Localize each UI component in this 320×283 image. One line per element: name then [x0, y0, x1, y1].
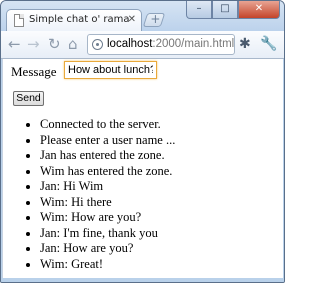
message-item: Jan: Hi Wim [40, 179, 175, 195]
tab-title: Simple chat o' rama [29, 14, 130, 25]
browser-window: Simple chat o' rama ✕ + – □ ✕ ← → ↻ ⌂ lo… [0, 0, 285, 283]
address-bar[interactable]: localhost:2000/main.html [87, 34, 235, 55]
page-content: Message Send Connected to the server. Pl… [2, 59, 283, 280]
message-list: Connected to the server. Please enter a … [40, 117, 175, 272]
minimize-button[interactable]: – [186, 1, 212, 19]
new-tab-icon: + [150, 12, 161, 26]
maximize-button[interactable]: □ [212, 1, 238, 19]
wrench-icon[interactable]: 🔧 [260, 36, 277, 52]
browser-tab[interactable]: Simple chat o' rama ✕ [6, 9, 142, 31]
globe-icon [92, 39, 103, 50]
reload-icon[interactable]: ↻ [48, 36, 61, 52]
window-bottom-edge [1, 278, 284, 282]
message-input[interactable] [64, 61, 157, 79]
window-controls: – □ ✕ [186, 1, 280, 20]
message-item: Jan: I'm fine, thank you [40, 226, 175, 242]
home-icon[interactable]: ⌂ [68, 36, 78, 52]
url-path: :2000/main.html [152, 38, 235, 50]
send-button[interactable]: Send [13, 91, 44, 106]
message-label: Message [11, 64, 57, 79]
message-item: Wim: How are you? [40, 210, 175, 226]
close-icon[interactable]: ✕ [128, 13, 136, 27]
url-text: localhost:2000/main.html [107, 37, 234, 52]
browser-toolbar: ← → ↻ ⌂ localhost:2000/main.html ✱ 🔧 [1, 31, 284, 59]
message-item: Jan: How are you? [40, 241, 175, 257]
bug-icon[interactable]: ✱ [239, 36, 251, 52]
back-arrow-icon[interactable]: ← [8, 36, 21, 52]
page-icon [14, 14, 24, 27]
new-tab-button[interactable]: + [142, 12, 166, 27]
message-item: Jan has entered the zone. [40, 148, 175, 164]
message-item: Wim has entered the zone. [40, 164, 175, 180]
window-close-button[interactable]: ✕ [238, 1, 280, 19]
message-item: Wim: Hi there [40, 195, 175, 211]
message-item: Wim: Great! [40, 257, 175, 273]
url-host: localhost [107, 38, 153, 50]
message-item: Connected to the server. [40, 117, 175, 133]
forward-arrow-icon[interactable]: → [27, 36, 40, 52]
title-bar: Simple chat o' rama ✕ + – □ ✕ [1, 1, 284, 31]
message-item: Please enter a user name ... [40, 133, 175, 149]
